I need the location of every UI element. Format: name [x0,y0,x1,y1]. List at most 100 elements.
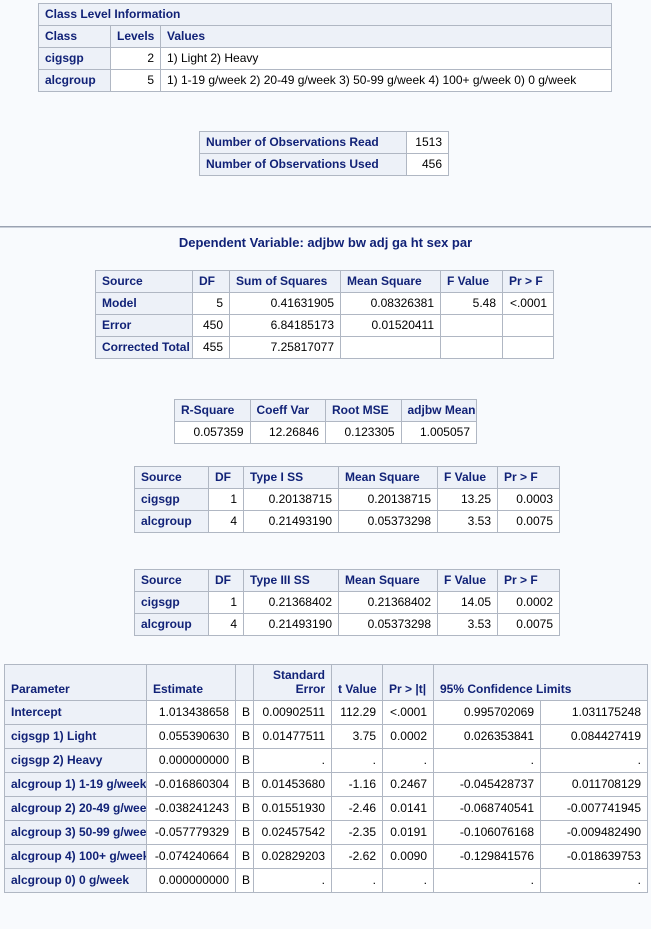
section-divider [0,226,651,228]
table-row: Model 5 0.41631905 0.08326381 5.48 <.000… [95,292,554,315]
table-row: alcgroup 4 0.21493190 0.05373298 3.53 0.… [134,613,560,636]
parameter-t-value: . [331,748,383,773]
anova-mean-square: 0.08326381 [340,292,441,315]
anova-source: Corrected Total [95,336,193,359]
table-row: alcgroup 4) 100+ g/week -0.074240664 B 0.02… [4,844,648,869]
parameter-t-value: . [331,868,383,893]
type3-df: 4 [208,613,244,636]
column-header-source: Source [95,270,193,293]
r-square-value: 0.057359 [174,421,251,444]
anova-df: 5 [192,292,230,315]
parameter-estimate: 0.055390630 [146,724,236,749]
class-level-information-table: Class Level Information Class Levels Val… [37,3,613,92]
root-mse-value: 0.123305 [325,421,402,444]
parameter-standard-error: 0.02457542 [253,820,332,845]
parameter-t-value: -2.62 [331,844,383,869]
column-header-f-value: F Value [437,569,498,592]
column-header-values: Values [159,25,613,48]
table-row: Number of Observations Read 1513 [199,131,449,154]
type3-source: cigsgp [134,591,209,614]
anova-mean-square [340,336,441,359]
anova-f-value [440,336,503,359]
observations-used-label: Number of Observations Used [199,153,407,176]
type-iii-ss-table: Source DF Type III SS Mean Square F Valu… [134,569,560,636]
table-header-row: Source DF Type III SS Mean Square F Valu… [134,569,560,592]
column-header-df: DF [208,569,244,592]
column-header-adjbw-mean: adjbw Mean [400,399,477,422]
class-values: 1) Light 2) Heavy [159,47,613,70]
column-header-f-value: F Value [440,270,503,293]
parameter-estimate: 1.013438658 [146,700,236,725]
type3-mean-square: 0.21368402 [338,591,438,614]
parameter-label: alcgroup 2) 20-49 g/week [4,796,147,821]
parameter-upper-limit: 1.031175248 [540,700,648,725]
parameter-t-value: 3.75 [331,724,383,749]
parameter-pr-t: <.0001 [382,700,434,725]
table-row: Corrected Total 455 7.25817077 [95,336,554,359]
column-header-root-mse: Root MSE [325,399,402,422]
parameter-label: alcgroup 1) 1-19 g/week [4,772,147,797]
column-header-estimate: Estimate [146,664,236,701]
type3-f-value: 14.05 [437,591,498,614]
table-row: alcgroup 0) 0 g/week 0.000000000 B..... [4,868,648,893]
type1-pr-f: 0.0075 [497,510,560,533]
column-header-mean-square: Mean Square [338,466,438,489]
parameter-lower-limit: -0.045428737 [433,772,541,797]
parameter-estimate: -0.074240664 [146,844,236,869]
class-levels: 2 [110,47,161,70]
column-header-t-value: t Value [331,664,383,701]
column-header-pr-f: Pr > F [502,270,554,293]
observations-read-label: Number of Observations Read [199,131,407,154]
parameter-standard-error: 0.00902511 [253,700,332,725]
table-caption-row: Class Level Information [37,3,613,26]
table-row: 0.057359 12.26846 0.123305 1.005057 [174,421,477,444]
standard-error-line2: Error [295,682,325,696]
parameter-upper-limit: . [540,748,648,773]
parameter-upper-limit: 0.084427419 [540,724,648,749]
column-header-mean-square: Mean Square [340,270,441,293]
parameter-lower-limit: -0.068740541 [433,796,541,821]
table-row: cigsgp 1 0.21368402 0.21368402 14.05 0.0… [134,591,560,614]
parameter-label: alcgroup 4) 100+ g/week [4,844,147,869]
parameter-label: alcgroup 0) 0 g/week [4,868,147,893]
parameter-estimate: 0.000000000 [146,748,236,773]
parameter-biased-flag: B [235,772,254,797]
type1-ss: 0.21493190 [243,510,339,533]
table-row: alcgroup 1) 1-19 g/week -0.016860304 B 0.01… [4,772,648,797]
column-header-confidence-limits: 95% Confidence Limits [433,664,648,701]
table-header-row: Class Levels Values [38,25,613,48]
observations-used-value: 456 [406,153,449,176]
parameter-lower-limit: -0.129841576 [433,844,541,869]
parameter-biased-flag: B [235,700,254,725]
column-header-pr-f: Pr > F [497,569,560,592]
column-header-biased-flag [235,664,254,701]
table-row: cigsgp 2) Heavy 0.000000000 B..... [4,748,648,773]
adjbw-mean-value: 1.005057 [400,421,477,444]
type-i-ss-table: Source DF Type I SS Mean Square F Value … [134,466,560,533]
anova-sum-of-squares: 7.25817077 [229,336,341,359]
parameter-label: cigsgp 1) Light [4,724,147,749]
anova-source: Model [95,292,193,315]
column-header-df: DF [208,466,244,489]
column-header-f-value: F Value [437,466,498,489]
table-header-row: Parameter Estimate Standard Error t Value… [4,664,648,701]
table-header-row: Source DF Sum of Squares Mean Square F V… [95,270,554,293]
type3-ss: 0.21368402 [243,591,339,614]
type3-df: 1 [208,591,244,614]
parameter-biased-flag: B [235,820,254,845]
parameter-lower-limit: -0.106076168 [433,820,541,845]
type1-f-value: 3.53 [437,510,498,533]
table-row: Intercept 1.013438658 B 0.00902511 112.29 <.0… [4,700,648,725]
parameter-standard-error: 0.02829203 [253,844,332,869]
anova-table: Source DF Sum of Squares Mean Square F V… [95,270,554,359]
parameter-estimate: 0.000000000 [146,868,236,893]
parameter-pr-t: 0.0090 [382,844,434,869]
parameter-standard-error: 0.01477511 [253,724,332,749]
column-header-type-i-ss: Type I SS [243,466,339,489]
anova-sum-of-squares: 6.84185173 [229,314,341,337]
parameter-label: Intercept [4,700,147,725]
type1-ss: 0.20138715 [243,488,339,511]
parameter-pr-t: 0.0141 [382,796,434,821]
parameter-lower-limit: 0.026353841 [433,724,541,749]
parameter-pr-t: 0.2467 [382,772,434,797]
